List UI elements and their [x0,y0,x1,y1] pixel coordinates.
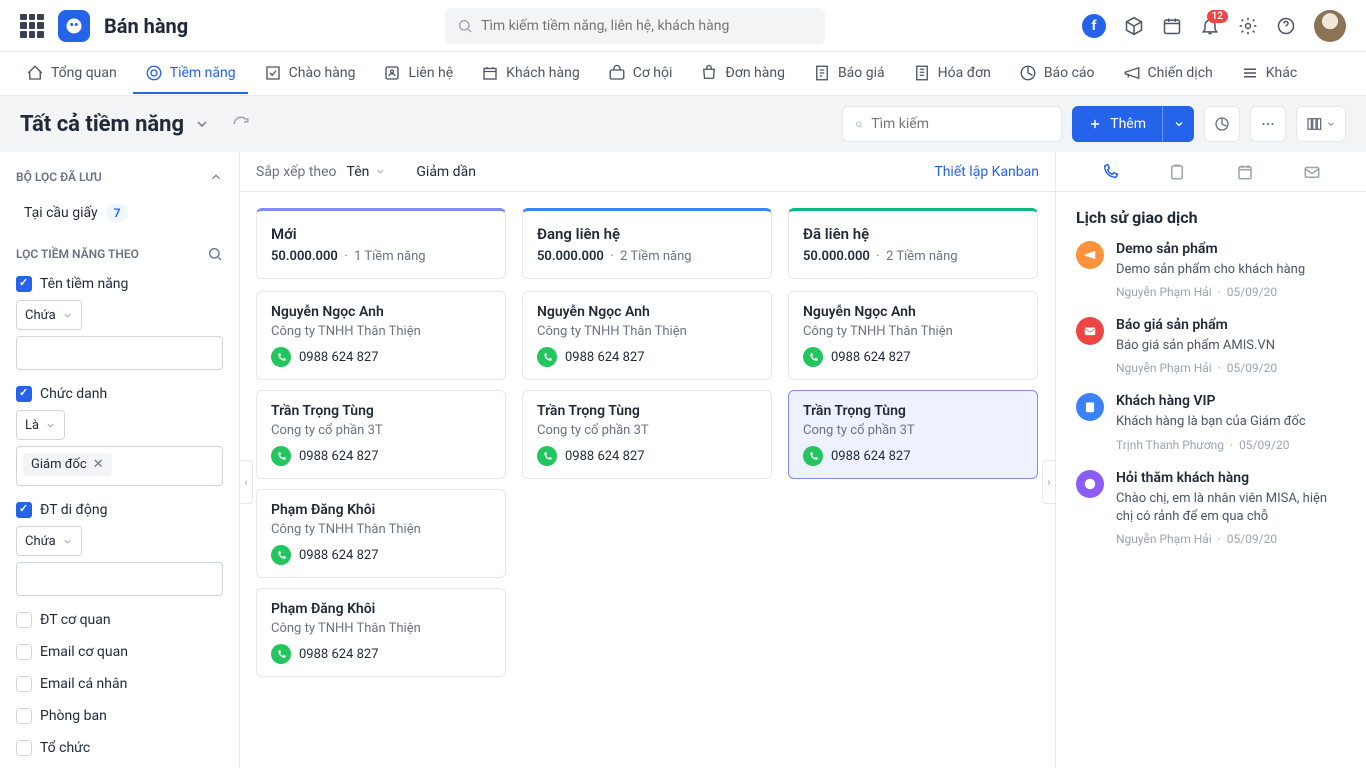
filter-mobile-check[interactable] [16,502,32,518]
bell-icon[interactable]: 12 [1200,16,1220,36]
lead-card[interactable]: Phạm Đăng KhôiCông ty TNHH Thân Thiện098… [256,588,506,677]
page-title: Tất cả tiềm năng [20,112,184,137]
facebook-icon[interactable]: f [1082,14,1106,38]
lead-card[interactable]: Nguyễn Ngọc AnhCông ty TNHH Thân Thiện09… [522,291,772,380]
history-item[interactable]: Khách hàng VIPKhách hàng là bạn của Giám… [1076,393,1346,451]
nav-offers[interactable]: Chào hàng [252,54,368,94]
add-dropdown[interactable] [1162,106,1194,142]
history-icon [1076,241,1104,269]
nav-orders[interactable]: Đơn hàng [688,54,797,94]
lead-card[interactable]: Trần Trọng TùngCong ty cổ phần 3T0988 62… [256,390,506,479]
search-icon [855,117,863,132]
history-icon [1076,393,1104,421]
nav-quotes[interactable]: Báo giá [801,54,897,94]
lead-card[interactable]: Nguyễn Ngọc AnhCông ty TNHH Thân Thiện09… [788,291,1038,380]
notif-badge: 12 [1207,10,1228,23]
local-search-input[interactable] [871,116,1049,132]
history-title: Lịch sử giao dịch [1076,208,1346,227]
phone-icon [803,347,823,367]
app-logo [58,10,90,42]
nav-leads[interactable]: Tiềm năng [133,54,248,94]
phone-icon [537,347,557,367]
phone-icon [271,545,291,565]
nav-invoices[interactable]: Hóa đơn [901,54,1003,94]
filter-name-input[interactable] [16,336,223,370]
lead-card[interactable]: Nguyễn Ngọc AnhCông ty TNHH Thân Thiện09… [256,291,506,380]
filter-sidebar: BỘ LỌC ĐÃ LƯU Tại cầu giấy 7 LỌC TIỀM NĂ… [0,152,240,768]
phone-icon [537,446,557,466]
nav-other[interactable]: Khác [1229,54,1309,94]
tab-call[interactable] [1101,163,1119,181]
chevron-down-icon[interactable] [194,116,210,132]
filter-title-op[interactable]: Là [16,410,65,440]
tab-calendar[interactable] [1236,163,1254,181]
tab-mail[interactable] [1303,163,1321,181]
chevron-up-icon[interactable] [209,170,223,184]
tab-task[interactable] [1168,163,1186,181]
global-search[interactable] [445,8,825,44]
filter-by-title: LỌC TIỀM NĂNG THEO [16,247,139,261]
filter-name-check[interactable] [16,276,32,292]
nav-campaigns[interactable]: Chiến dịch [1111,54,1225,94]
filter-mobile-input[interactable] [16,562,223,596]
filter-title-tags[interactable]: Giám đốc✕ [16,446,223,486]
saved-filter-item[interactable]: Tại cầu giấy 7 [16,198,223,228]
filter-workphone-check[interactable] [16,612,32,628]
nav-overview[interactable]: Tổng quan [14,54,129,94]
history-icon [1076,470,1104,498]
chart-button[interactable] [1204,106,1240,142]
global-search-input[interactable] [481,18,813,34]
remove-tag-icon[interactable]: ✕ [93,457,104,472]
nav-contacts[interactable]: Liên hệ [371,54,465,94]
filter-dept-check[interactable] [16,708,32,724]
filter-personalemail-check[interactable] [16,676,32,692]
gear-icon[interactable] [1238,16,1258,36]
phone-icon [803,446,823,466]
collapse-right[interactable]: › [1042,460,1056,504]
column-header: Đang liên hệ50.000.000 · 2 Tiềm năng [522,208,772,279]
more-button[interactable] [1250,106,1286,142]
nav-customers[interactable]: Khách hàng [469,54,592,94]
saved-filter-title: BỘ LỌC ĐÃ LƯU [16,170,102,184]
filter-org-check[interactable] [16,740,32,756]
history-icon [1076,317,1104,345]
phone-icon [271,347,291,367]
lead-card[interactable]: Phạm Đăng KhôiCông ty TNHH Thân Thiện098… [256,489,506,578]
help-icon[interactable] [1276,16,1296,36]
filter-workemail-check[interactable] [16,644,32,660]
kanban-setup-link[interactable]: Thiết lập Kanban [934,164,1039,180]
view-switch[interactable] [1296,106,1346,142]
apps-menu-icon[interactable] [20,14,44,38]
local-search[interactable] [842,106,1062,142]
search-icon[interactable] [207,246,223,262]
phone-icon [271,644,291,664]
calendar-icon[interactable] [1162,16,1182,36]
add-button[interactable]: Thêm [1072,106,1162,142]
column-header: Đã liên hệ50.000.000 · 2 Tiềm năng [788,208,1038,279]
column-header: Mới50.000.000 · 1 Tiềm năng [256,208,506,279]
sort-direction[interactable]: Giảm dần [416,164,476,180]
filter-count: 7 [106,204,129,222]
filter-name-op[interactable]: Chứa [16,300,82,330]
refresh-icon[interactable] [232,115,250,133]
history-item[interactable]: Demo sản phẩmDemo sản phẩm cho khách hàn… [1076,241,1346,299]
user-avatar[interactable] [1314,10,1346,42]
filter-mobile-op[interactable]: Chứa [16,526,82,556]
collapse-left[interactable]: ‹ [239,460,253,504]
filter-title-check[interactable] [16,386,32,402]
lead-card[interactable]: Trần Trọng TùngCong ty cổ phần 3T0988 62… [522,390,772,479]
package-icon[interactable] [1124,16,1144,36]
lead-card[interactable]: Trần Trọng TùngCong ty cổ phần 3T0988 62… [788,390,1038,479]
nav-reports[interactable]: Báo cáo [1007,54,1107,94]
app-title: Bán hàng [104,14,188,38]
history-item[interactable]: Báo giá sản phẩmBáo giá sản phẩm AMIS.VN… [1076,317,1346,375]
sort-field[interactable]: Tên [347,164,387,180]
search-icon [457,18,473,34]
history-item[interactable]: Hỏi thăm khách hàngChào chị, em là nhân … [1076,470,1346,546]
nav-opportunities[interactable]: Cơ hội [596,54,685,94]
phone-icon [271,446,291,466]
